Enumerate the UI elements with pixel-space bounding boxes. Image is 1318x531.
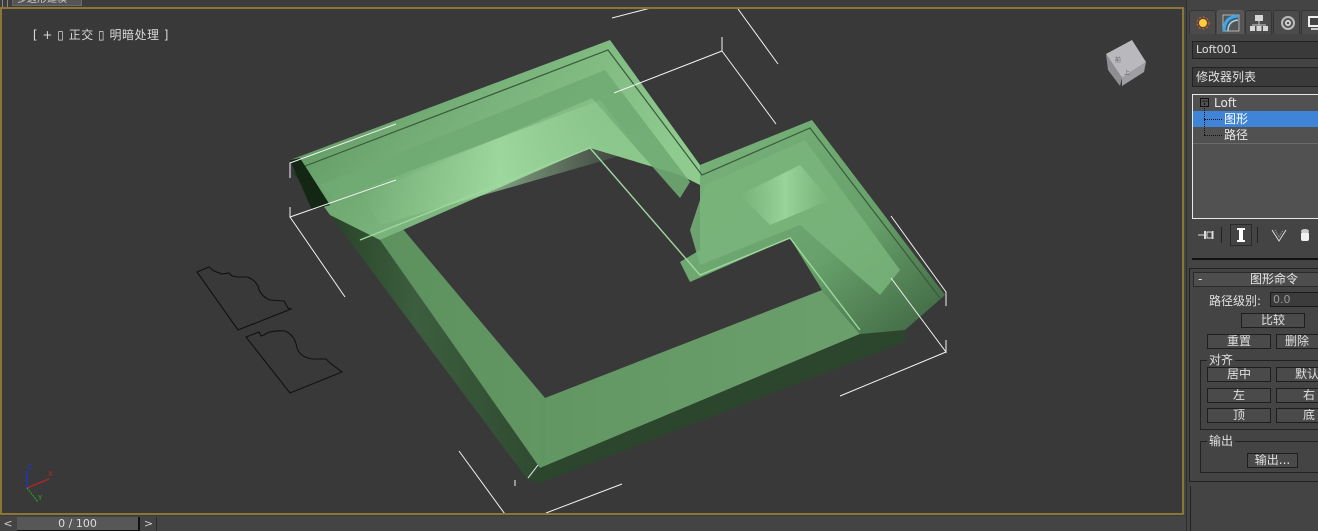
stack-item-label: 图形 xyxy=(1224,112,1249,126)
reset-button[interactable]: 重置 xyxy=(1207,334,1271,349)
viewport-label-sep-2: ▯ xyxy=(93,28,110,42)
stack-item-path[interactable]: 路径 xyxy=(1193,119,1318,143)
object-name-field[interactable]: Loft001 xyxy=(1192,41,1318,59)
modifier-list-dropdown[interactable]: 修改器列表 xyxy=(1192,67,1318,87)
viewport-scene[interactable]: 前 上 Z X Y xyxy=(0,7,1184,515)
stack-toolbar xyxy=(1192,224,1318,246)
align-center-button[interactable]: 居中 xyxy=(1207,367,1271,382)
time-slider-bar: < 0 / 100 > xyxy=(0,515,1186,531)
viewport-label-bracket-open: [ xyxy=(32,28,43,42)
viewport-orthographic[interactable]: 前 上 Z X Y [ + ▯ 正交 ▯ 明暗处理 ] xyxy=(0,7,1184,515)
viewport-menu-plus[interactable]: + xyxy=(42,28,53,42)
toolbar-separator xyxy=(1221,227,1222,243)
loft-bottom-inner-face xyxy=(540,398,545,468)
command-panel: Loft001 修改器列表 − Loft 图形 路径 - 图形命令 路径级别: … xyxy=(1186,0,1318,531)
modifier-stack: − Loft 图形 路径 xyxy=(1192,94,1318,219)
compare-button[interactable]: 比较 xyxy=(1241,313,1305,328)
output-group-title: 输出 xyxy=(1207,434,1236,448)
show-end-result-button[interactable] xyxy=(1230,224,1252,246)
viewport-label-sep-1: ▯ xyxy=(52,28,69,42)
viewcube-icon[interactable]: 前 上 xyxy=(1106,40,1146,86)
path-level-spinner[interactable]: 0.0 xyxy=(1270,292,1318,307)
rollout-shape-commands: - 图形命令 路径级别: 0.0 比较 重置 删除 对齐 居中 默认 左 右 顶… xyxy=(1189,268,1318,482)
stack-item-label: Loft xyxy=(1214,96,1237,110)
svg-text:前: 前 xyxy=(1115,56,1121,64)
tree-line xyxy=(1204,119,1205,135)
make-unique-button[interactable] xyxy=(1268,224,1290,246)
align-default-button[interactable]: 默认 xyxy=(1276,367,1318,382)
stack-item-label: 路径 xyxy=(1224,128,1249,142)
hierarchy-icon xyxy=(1249,14,1268,31)
delete-button[interactable]: 删除 xyxy=(1276,334,1318,349)
tab-modify[interactable] xyxy=(1217,10,1244,34)
tab-motion[interactable] xyxy=(1273,10,1300,34)
align-bottom-button[interactable]: 底 xyxy=(1276,408,1318,423)
command-panel-tabs xyxy=(1187,8,1318,35)
profile-shape-1[interactable] xyxy=(196,266,293,331)
motion-disc-icon xyxy=(1280,15,1295,30)
align-right-button[interactable]: 右 xyxy=(1276,388,1318,403)
viewport-label-bracket-close: ] xyxy=(159,28,169,42)
tree-line xyxy=(1204,119,1222,120)
tab-display[interactable] xyxy=(1301,10,1318,34)
viewport-menu-shading[interactable]: 明暗处理 xyxy=(109,28,159,42)
toolbar-separator xyxy=(1257,227,1258,243)
loft-object[interactable] xyxy=(290,40,945,483)
axis-tripod-icon: Z X Y xyxy=(26,463,53,503)
output-button[interactable]: 输出... xyxy=(1247,453,1298,468)
time-slider-prev-button[interactable]: < xyxy=(0,517,16,531)
display-monitor-icon xyxy=(1307,15,1318,30)
make-unique-icon xyxy=(1271,229,1287,242)
time-slider[interactable]: 0 / 100 xyxy=(17,517,140,531)
axis-z-label: Z xyxy=(27,463,32,471)
axis-x-label: X xyxy=(48,470,53,478)
stack-item-shape[interactable]: 图形 xyxy=(1193,103,1318,127)
panel-divider xyxy=(1190,486,1191,531)
viewport-label-menu[interactable]: [ + ▯ 正交 ▯ 明暗处理 ] xyxy=(7,12,169,57)
create-star-icon xyxy=(1196,16,1209,29)
tab-hierarchy[interactable] xyxy=(1245,10,1272,34)
modify-arc-icon xyxy=(1222,14,1239,31)
axis-y-label: Y xyxy=(37,494,43,502)
rollout-title: 图形命令 xyxy=(1250,272,1299,286)
remove-modifier-button[interactable] xyxy=(1294,224,1316,246)
tab-create[interactable] xyxy=(1189,10,1216,34)
svg-text:上: 上 xyxy=(1124,69,1130,77)
stack-separator xyxy=(1193,143,1318,144)
stack-item-loft[interactable]: − Loft xyxy=(1193,95,1318,111)
app-window: 多边形建模 xyxy=(0,0,1318,531)
rollout-header[interactable]: - 图形命令 xyxy=(1193,272,1318,287)
remove-modifier-icon xyxy=(1301,229,1309,241)
panel-splitter[interactable] xyxy=(1192,258,1318,260)
rollout-collapse-icon[interactable]: - xyxy=(1198,273,1202,286)
tree-line xyxy=(1204,103,1205,119)
tree-line xyxy=(1204,135,1222,136)
show-end-result-icon xyxy=(1237,228,1245,242)
align-top-button[interactable]: 顶 xyxy=(1207,408,1271,423)
time-slider-next-button[interactable]: > xyxy=(141,517,157,531)
align-left-button[interactable]: 左 xyxy=(1207,388,1271,403)
path-level-label: 路径级别: xyxy=(1209,294,1262,308)
ribbon-tab-polygon-modeling[interactable]: 多边形建模 xyxy=(12,0,82,6)
viewport-menu-view[interactable]: 正交 xyxy=(69,28,94,42)
pin-stack-button[interactable] xyxy=(1195,224,1217,246)
align-group-title: 对齐 xyxy=(1207,353,1236,367)
profile-shape-2[interactable] xyxy=(245,330,344,394)
pin-stack-icon xyxy=(1198,231,1214,239)
